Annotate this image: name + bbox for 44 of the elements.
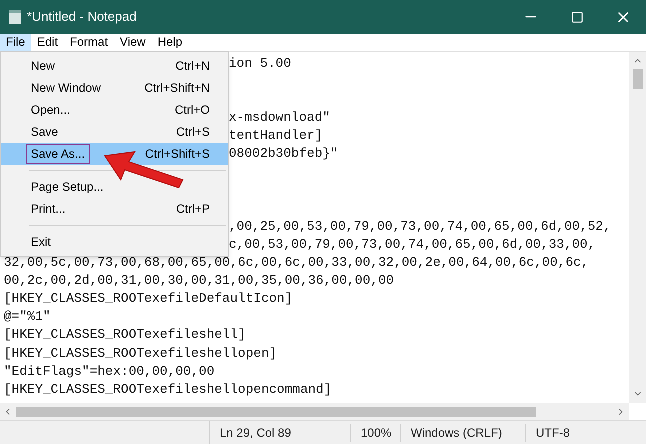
code-line: tentHandler] [229, 128, 323, 144]
horizontal-scrollbar[interactable] [0, 403, 629, 420]
menu-option[interactable]: Page Setup... [1, 176, 228, 198]
shortcut-label: Ctrl+S [176, 124, 210, 141]
menu-item[interactable]: Format [64, 34, 114, 51]
window-title: *Untitled - Notepad [27, 8, 137, 26]
code-line: 32,00,5c,00,73,00,68,00,65,00,6c,00,6c,00,33,00,32,00,2e,00,64,00,6c,00,6c, [4, 255, 590, 270]
shortcut-label: Ctrl+P [176, 201, 210, 218]
menu-item[interactable]: File [0, 34, 32, 51]
menu-option[interactable]: Print... Ctrl+P [1, 198, 228, 220]
scroll-thumb[interactable] [16, 406, 536, 416]
shortcut-label: Ctrl+N [176, 58, 210, 75]
code-line: c,00,53,00,79,00,73,00,74,00,65,00,6d,00,33,00, [229, 236, 596, 252]
menu-item[interactable]: Help [152, 34, 189, 51]
line-endings: Windows (CRLF) [400, 424, 525, 442]
shortcut-label: Ctrl+Shift+S [145, 146, 210, 163]
menu-item[interactable]: Edit [31, 34, 64, 51]
code-line: 00,2c,00,2d,00,31,00,30,00,31,00,35,00,36,00,00,00 [4, 273, 394, 288]
code-line: ,00,25,00,53,00,79,00,73,00,74,00,65,00,6d,00,52, [229, 218, 612, 234]
code-line: "EditFlags"=hex:00,00,00,00 [4, 364, 215, 379]
code-line: x-msdownload" [229, 110, 330, 126]
zoom-level: 100% [350, 424, 400, 442]
vertical-scrollbar[interactable] [629, 52, 646, 403]
code-line: 08002b30bfeb}" [229, 146, 338, 162]
code-line: [HKEY_CLASSES_ROOTexefileDefaultIcon] [4, 291, 293, 306]
cursor-position: Ln 29, Col 89 [219, 424, 292, 442]
menu-option[interactable]: Open... Ctrl+O [1, 99, 228, 121]
menu-option[interactable]: New Window Ctrl+Shift+N [1, 77, 228, 99]
code-line: [HKEY_CLASSES_ROOTexefileshellopen] [4, 346, 278, 360]
code-line: [HKEY_CLASSES_ROOTexefileshellopencommand] [4, 382, 332, 397]
menu-option[interactable]: New Ctrl+N [1, 55, 228, 77]
menu-option[interactable]: Save Ctrl+S [1, 121, 228, 143]
code-line: [HKEY_CLASSES_ROOTexefileshell] [4, 327, 246, 342]
menu-item[interactable]: View [114, 34, 152, 51]
scroll-thumb[interactable] [632, 69, 642, 89]
maximize-icon[interactable] [570, 10, 584, 24]
code-line: @="%1" [4, 309, 51, 324]
notepad-icon [9, 10, 21, 24]
menu-option[interactable]: Save As... Ctrl+Shift+S [1, 143, 228, 165]
shortcut-label: Ctrl+Shift+N [144, 80, 210, 97]
menu-option[interactable]: Exit [1, 231, 228, 253]
shortcut-label: Ctrl+O [174, 102, 210, 119]
encoding: UTF-8 [525, 424, 570, 442]
code-line: ion 5.00 [229, 56, 292, 71]
